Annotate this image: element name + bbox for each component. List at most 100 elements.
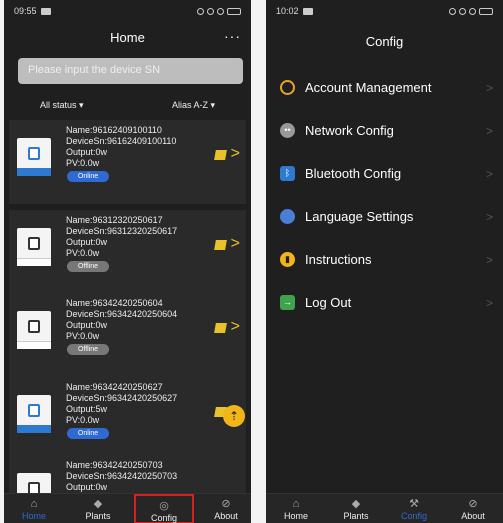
- device-card[interactable]: Name:96342420250604 DeviceSn:96342420250…: [9, 293, 246, 377]
- arrow-up-icon: ⇡: [228, 409, 240, 423]
- home-icon: ⌂: [30, 498, 38, 510]
- more-icon[interactable]: ···: [224, 28, 241, 44]
- battery-icon: [227, 7, 241, 15]
- menu-account-management[interactable]: Account Management >: [266, 66, 503, 109]
- tab-about[interactable]: ⊘ About: [443, 494, 503, 523]
- tab-label: Plants: [85, 511, 111, 521]
- device-pv: PV:0.0w: [66, 415, 100, 425]
- device-icon: [17, 395, 51, 433]
- chevron-right-icon: >: [485, 252, 493, 267]
- wifi-icon: [459, 7, 466, 15]
- status-filter-dropdown[interactable]: All status ▾: [40, 100, 84, 111]
- chevron-right-icon[interactable]: >: [231, 235, 240, 253]
- compass-icon: ⊘: [221, 498, 231, 510]
- device-card[interactable]: Name:96342420250627 DeviceSn:96342420250…: [9, 377, 246, 461]
- page-title: Config: [365, 34, 404, 49]
- tab-label: Home: [21, 511, 46, 521]
- device-sn: DeviceSn:96342420250703: [66, 471, 178, 481]
- tab-label: About: [214, 511, 238, 521]
- menu-instructions[interactable]: ▮ Instructions >: [266, 238, 503, 281]
- device-icon: [17, 473, 51, 493]
- device-card[interactable]: Name:96342420250703 DeviceSn:96342420250…: [9, 455, 246, 493]
- gallery-icon: [40, 7, 51, 15]
- menu-log-out[interactable]: → Log Out >: [266, 281, 503, 324]
- tab-label: Plants: [343, 511, 369, 521]
- status-badge: Online: [67, 171, 109, 182]
- menu-label: Account Management: [305, 80, 432, 95]
- status-badge: Offline: [67, 344, 109, 355]
- wifi-icon: [207, 7, 214, 15]
- bluetooth-icon: ᛒ: [280, 166, 295, 181]
- tab-home[interactable]: ⌂ Home: [4, 494, 64, 523]
- logout-icon: →: [280, 295, 295, 310]
- chevron-right-icon: >: [485, 123, 493, 138]
- tab-plants[interactable]: ◆ Plants: [326, 494, 386, 523]
- tab-label: Config: [400, 511, 427, 521]
- device-icon: [17, 138, 51, 176]
- menu-network-config[interactable]: •• Network Config >: [266, 109, 503, 152]
- device-pv: PV:0.0w: [66, 158, 100, 168]
- device-card[interactable]: Name:96162409100110 DeviceSn:96162409100…: [9, 120, 246, 204]
- status-bar: 09:55: [4, 0, 251, 22]
- edit-icon[interactable]: [214, 323, 227, 333]
- device-sn: DeviceSn:96162409100110: [66, 136, 177, 146]
- edit-icon[interactable]: [214, 240, 227, 250]
- menu-label: Log Out: [305, 295, 352, 310]
- tab-about[interactable]: ⊘ About: [196, 494, 251, 523]
- sort-dropdown[interactable]: Alias A-Z ▾: [172, 100, 215, 111]
- chevron-right-icon: >: [485, 295, 493, 310]
- plants-icon: ◆: [93, 498, 103, 510]
- edit-icon[interactable]: [214, 150, 227, 160]
- menu-language-settings[interactable]: Language Settings >: [266, 195, 503, 238]
- status-badge: Offline: [67, 261, 109, 272]
- home-screen: 09:55 Home ··· Please input the device S…: [4, 0, 251, 523]
- status-time: 09:55: [14, 6, 37, 16]
- tab-plants[interactable]: ◆ Plants: [68, 494, 128, 523]
- device-name: Name:96342420250604: [66, 298, 163, 308]
- tab-label: About: [461, 511, 485, 521]
- page-header: Config: [266, 34, 503, 49]
- compass-icon: ⊘: [468, 498, 478, 510]
- device-pv: PV:0.0w: [66, 331, 100, 341]
- page-header: Home ···: [4, 28, 251, 45]
- tab-home[interactable]: ⌂ Home: [266, 494, 326, 523]
- menu-bluetooth-config[interactable]: ᛒ Bluetooth Config >: [266, 152, 503, 195]
- signal-icon: [449, 7, 456, 15]
- wrench-icon: ⚒: [409, 498, 419, 510]
- config-screen: 10:02 Config Account Management > •• Net…: [266, 0, 503, 523]
- device-sn: DeviceSn:96342420250604: [66, 309, 178, 319]
- bluetooth-status-icon: [469, 7, 476, 15]
- tab-bar: ⌂ Home ◆ Plants ⚒ Config ⊘ About: [266, 493, 503, 523]
- device-output: Output:0w: [66, 147, 108, 157]
- chevron-right-icon[interactable]: >: [231, 318, 240, 336]
- tab-config[interactable]: ⚒ Config: [384, 494, 444, 523]
- tab-label: Config: [150, 513, 177, 523]
- page-title: Home: [110, 30, 145, 45]
- menu-label: Instructions: [305, 252, 372, 267]
- scroll-to-top-button[interactable]: ⇡: [223, 405, 245, 427]
- device-output: Output:0w: [66, 237, 108, 247]
- config-menu: Account Management > •• Network Config >…: [266, 66, 503, 324]
- gallery-icon: [302, 7, 313, 15]
- device-name: Name:96342420250703: [66, 460, 163, 470]
- device-output: Output:0w: [66, 482, 108, 492]
- chevron-right-icon: >: [485, 80, 493, 95]
- language-icon: [280, 209, 295, 224]
- menu-label: Network Config: [305, 123, 394, 138]
- status-badge: Online: [67, 428, 109, 439]
- chevron-right-icon: >: [485, 209, 493, 224]
- status-bar: 10:02: [266, 0, 503, 22]
- network-icon: ••: [280, 123, 295, 138]
- device-sn: DeviceSn:96312320250617: [66, 226, 178, 236]
- device-output: Output:0w: [66, 320, 108, 330]
- search-input[interactable]: Please input the device SN: [18, 58, 243, 84]
- tab-label: Home: [283, 511, 308, 521]
- tab-bar: ⌂ Home ◆ Plants ◎ Config ⊘ About: [4, 493, 251, 523]
- device-pv: PV:0.0w: [66, 248, 100, 258]
- device-card[interactable]: Name:96312320250617 DeviceSn:96312320250…: [9, 210, 246, 294]
- chevron-right-icon[interactable]: >: [231, 145, 240, 163]
- device-name: Name:96312320250617: [66, 215, 163, 225]
- tab-config[interactable]: ◎ Config: [134, 494, 194, 523]
- status-time: 10:02: [276, 6, 299, 16]
- device-icon: [17, 311, 51, 349]
